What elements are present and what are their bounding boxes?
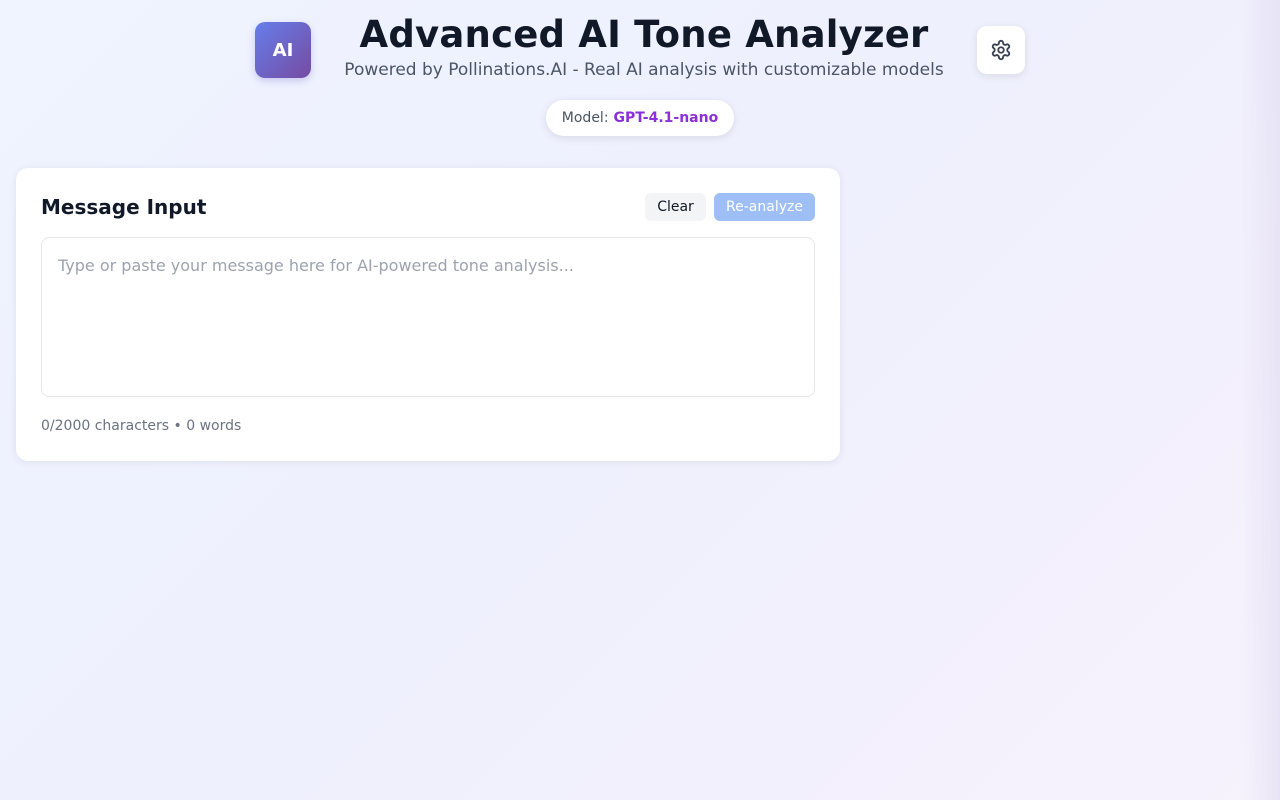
character-count: 0/2000 characters [41, 418, 170, 434]
character-word-counter: 0/2000 characters • 0 words [41, 417, 241, 435]
card-title: Message Input [41, 195, 207, 219]
model-label: Model: [561, 110, 609, 126]
clear-button[interactable]: Clear [645, 193, 706, 221]
page-edge-shade [1240, 0, 1280, 800]
gear-icon [991, 39, 1011, 61]
model-name: GPT-4.1-nano [613, 110, 719, 126]
page-title: Advanced AI Tone Analyzer [359, 13, 929, 56]
settings-button[interactable] [977, 26, 1025, 74]
message-input-card: Message Input Clear Re-analyze 0/2000 ch… [16, 168, 840, 461]
counter-separator: • [173, 418, 182, 434]
reanalyze-button[interactable]: Re-analyze [714, 193, 815, 221]
page-subtitle: Powered by Pollinations.AI - Real AI ana… [344, 60, 944, 80]
message-textarea[interactable] [41, 237, 815, 397]
word-count: 0 words [186, 418, 242, 434]
model-indicator: Model: GPT-4.1-nano [546, 100, 734, 136]
